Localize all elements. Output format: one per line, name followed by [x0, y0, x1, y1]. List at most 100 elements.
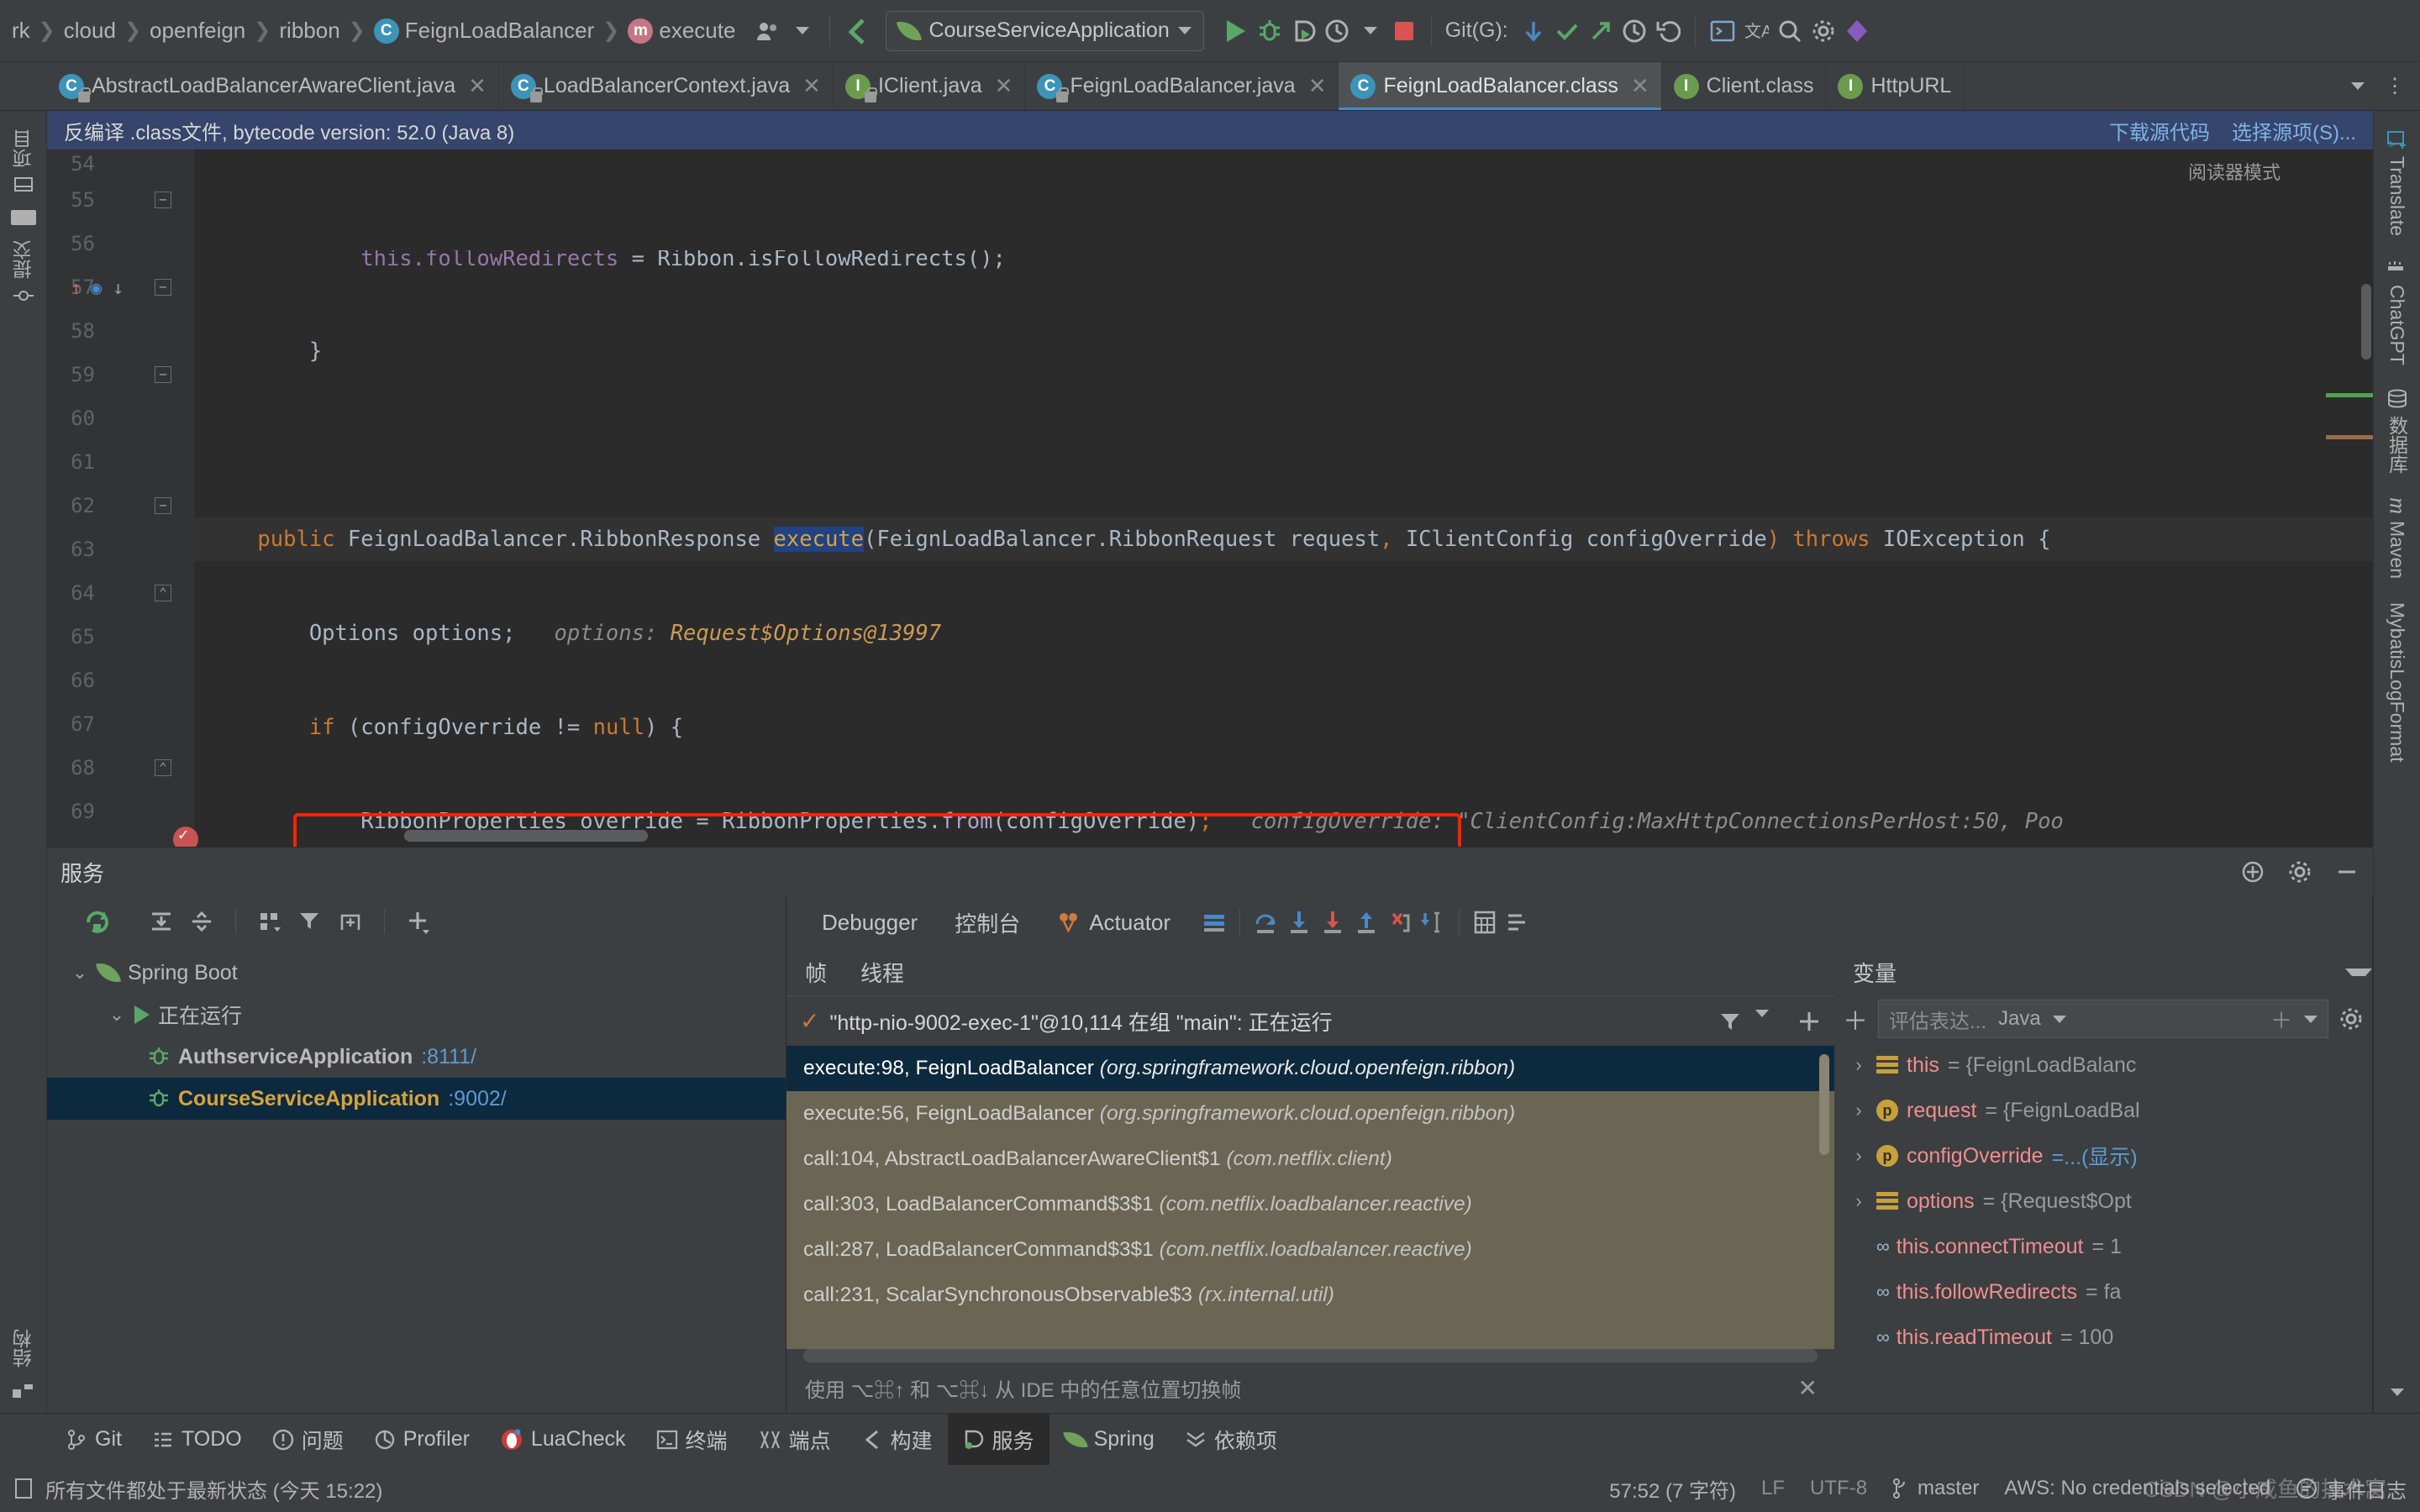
chevron-down-icon[interactable]: ⌄	[108, 1004, 126, 1026]
git-update-icon[interactable]	[1517, 14, 1550, 48]
tree-node-authservice[interactable]: AuthserviceApplication :8111/	[47, 1036, 786, 1078]
run-method-icon[interactable]: ◉	[91, 267, 102, 311]
subtab-frames[interactable]: 帧	[805, 957, 827, 988]
editor-tab-5[interactable]: I Client.class	[1662, 62, 1827, 110]
call-stack-hscrollbar[interactable]	[803, 1349, 1818, 1362]
chevron-right-icon[interactable]: ›	[1849, 1100, 1868, 1121]
sidebar-item-mybatislogformat[interactable]: MybatisLogFormat	[2386, 591, 2408, 774]
breadcrumb-item-3[interactable]: ribbon	[274, 18, 345, 44]
file-encoding[interactable]: UTF-8	[1810, 1477, 1867, 1500]
override-marker-icon[interactable]: ↑	[71, 267, 82, 311]
debug-button[interactable]	[1253, 14, 1286, 48]
group-icon[interactable]	[253, 905, 287, 938]
add-target-icon[interactable]	[2240, 859, 2265, 885]
evaluate-language[interactable]: Java	[1998, 1007, 2041, 1031]
tab-debugger[interactable]: Debugger	[803, 910, 936, 936]
tree-node-authservice-port[interactable]: :8111/	[421, 1045, 476, 1069]
fold-icon[interactable]: −	[155, 497, 171, 514]
avatar-icon[interactable]	[1840, 14, 1874, 48]
bottom-nav-git[interactable]: Git	[50, 1414, 137, 1465]
bottom-nav-spring[interactable]: Spring	[1050, 1414, 1170, 1465]
chevron-right-icon[interactable]: ›	[1849, 1145, 1868, 1167]
settings-gear-icon[interactable]	[2338, 1006, 2364, 1032]
close-icon[interactable]: ✕	[1798, 1374, 1834, 1402]
editor-tab-0[interactable]: C AbstractLoadBalancerAwareClient.java ✕	[47, 62, 499, 110]
line-separator[interactable]: LF	[1761, 1477, 1785, 1500]
settings2-icon[interactable]	[1502, 906, 1535, 939]
breadcrumb-item-4[interactable]: C FeignLoadBalancer	[369, 18, 600, 44]
rerun-icon[interactable]	[81, 905, 114, 938]
thread-selector[interactable]: ✓ "http-nio-9002-exec-1"@10,114 在组 "main…	[786, 995, 1834, 1046]
stack-frame-5[interactable]: call:231, ScalarSynchronousObservable$3 …	[786, 1273, 1834, 1318]
git-branch[interactable]: master	[1918, 1477, 1979, 1500]
git-push-icon[interactable]	[1584, 14, 1618, 48]
force-step-into-icon[interactable]	[1316, 906, 1349, 939]
caret-position[interactable]: 57:52 (7 字符)	[1609, 1474, 1736, 1504]
bottom-nav-services[interactable]: 服务	[947, 1414, 1050, 1465]
close-icon[interactable]: ✕	[468, 73, 487, 99]
editor-tab-3[interactable]: C FeignLoadBalancer.java ✕	[1025, 62, 1339, 110]
fold-icon[interactable]: ⌃	[155, 585, 171, 601]
chevron-down-icon[interactable]	[2390, 1389, 2404, 1396]
vcs-branch-icon[interactable]	[840, 14, 874, 48]
close-icon[interactable]: ✕	[1631, 73, 1649, 99]
add-watch-icon[interactable]: ＋	[1843, 1000, 1868, 1037]
run-configuration-selector[interactable]: CourseServiceApplication	[886, 10, 1204, 51]
run-coverage-button[interactable]	[1286, 14, 1320, 48]
profile-button[interactable]	[1320, 14, 1354, 48]
close-icon[interactable]: ✕	[995, 73, 1013, 99]
chevron-down-icon[interactable]	[2341, 70, 2375, 103]
chevron-down-icon[interactable]	[2304, 1015, 2317, 1023]
services-tree[interactable]: ⌄ Spring Boot ⌄ 正在运行 AuthserviceApplicat…	[47, 947, 786, 1413]
expand-all-icon[interactable]	[145, 905, 178, 938]
variable-row-followredirects[interactable]: ∞ this.followRedirects = fa	[1834, 1269, 2372, 1315]
undo-icon[interactable]	[1651, 14, 1685, 48]
chevron-down-icon[interactable]	[1755, 1009, 1769, 1017]
bottom-nav-build[interactable]: 构建	[846, 1414, 948, 1465]
editor-horizontal-scrollbar[interactable]	[404, 830, 648, 842]
tree-node-running[interactable]: ⌄ 正在运行	[47, 994, 786, 1036]
git-commit-icon[interactable]	[1550, 14, 1584, 48]
download-sources-link[interactable]: 下载源代码	[2109, 116, 2210, 145]
people-icon[interactable]	[752, 14, 786, 48]
sidebar-item-structure[interactable]: 结构	[9, 1317, 38, 1379]
variables-list[interactable]: › this = {FeignLoadBalanc › p request = …	[1834, 1042, 2372, 1413]
evaluate-icon[interactable]	[1468, 906, 1502, 939]
editor-tab-4[interactable]: C FeignLoadBalancer.class ✕	[1339, 62, 1662, 110]
bottom-nav-luacheck[interactable]: LuaCheck	[485, 1414, 641, 1465]
choose-sources-link[interactable]: 选择源项(S)...	[2232, 116, 2356, 145]
variable-row-readtimeout[interactable]: ∞ this.readTimeout = 100	[1834, 1315, 2372, 1360]
variable-row-this[interactable]: › this = {FeignLoadBalanc	[1834, 1042, 2372, 1088]
step-over-icon[interactable]	[1249, 906, 1282, 939]
tree-node-courseservice-port[interactable]: :9002/	[448, 1087, 507, 1111]
translate-icon[interactable]: 文A	[1739, 14, 1773, 48]
filter-icon[interactable]	[293, 905, 327, 938]
bottom-nav-profiler[interactable]: Profiler	[359, 1414, 485, 1465]
bottom-nav-terminal[interactable]: 终端	[641, 1414, 743, 1465]
chevron-right-icon[interactable]: ›	[1849, 1190, 1868, 1212]
drop-frame-icon[interactable]	[1383, 906, 1417, 939]
stack-frame-4[interactable]: call:287, LoadBalancerCommand$3$1 (com.n…	[786, 1227, 1834, 1273]
tab-actuator[interactable]: Actuator	[1039, 910, 1189, 936]
close-icon[interactable]: ✕	[1308, 73, 1327, 99]
stack-frame-2[interactable]: call:104, AbstractLoadBalancerAwareClien…	[786, 1137, 1834, 1182]
variable-row-connecttimeout[interactable]: ∞ this.connectTimeout = 1	[1834, 1224, 2372, 1269]
tree-node-spring-boot[interactable]: ⌄ Spring Boot	[47, 952, 786, 994]
fold-icon[interactable]: ⌃	[155, 759, 171, 776]
breadcrumb-item-2[interactable]: openfeign	[145, 18, 250, 44]
editor-tab-2[interactable]: I IClient.java ✕	[834, 62, 1026, 110]
collapse-all-icon[interactable]	[185, 905, 218, 938]
sidebar-item-commit[interactable]: 提交	[9, 228, 38, 318]
step-out-icon[interactable]	[1349, 906, 1383, 939]
bottom-nav-problems[interactable]: 问题	[257, 1414, 359, 1465]
tab-console[interactable]: 控制台	[936, 907, 1039, 938]
breadcrumb-item-1[interactable]: cloud	[59, 18, 121, 44]
run-to-cursor-icon[interactable]	[1417, 906, 1450, 939]
ide-window-icon[interactable]	[1706, 14, 1739, 48]
sidebar-item-project[interactable]: 项目	[9, 118, 38, 207]
stack-frame-1[interactable]: execute:56, FeignLoadBalancer (org.sprin…	[786, 1091, 1834, 1137]
stack-frame-0[interactable]: execute:98, FeignLoadBalancer (org.sprin…	[786, 1046, 1834, 1091]
breadcrumb-item-0[interactable]: rk	[7, 18, 35, 44]
profile-dropdown-icon[interactable]	[1354, 14, 1387, 48]
people-dropdown-icon[interactable]	[786, 14, 819, 48]
